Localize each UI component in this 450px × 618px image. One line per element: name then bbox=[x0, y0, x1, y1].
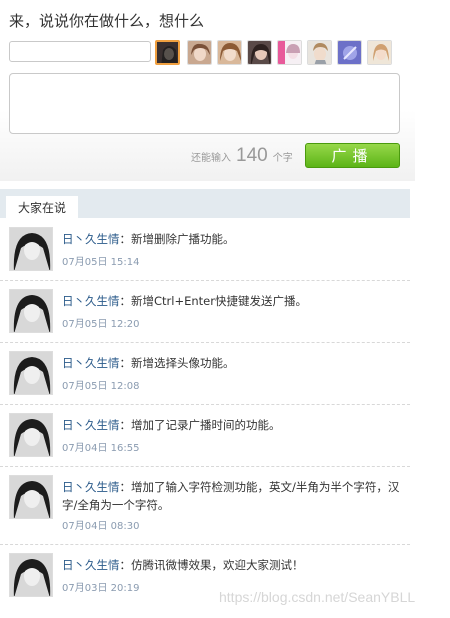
name-input[interactable] bbox=[9, 41, 151, 62]
post-separator: ： bbox=[119, 294, 132, 308]
avatar-option-5[interactable] bbox=[277, 40, 302, 65]
list-item: 日丶久生情：增加了记录广播时间的功能。 07月04日 16:55 bbox=[0, 404, 410, 466]
list-item: 日丶久生情：新增删除广播功能。 07月05日 15:14 bbox=[0, 218, 410, 280]
char-counter: 还能输入 140 个字 bbox=[191, 145, 293, 167]
avatar-option-6[interactable] bbox=[307, 40, 332, 65]
user-avatar-icon bbox=[10, 290, 52, 332]
char-counter-label: 还能输入 bbox=[191, 153, 231, 164]
post-separator: ： bbox=[119, 480, 132, 494]
post-separator: ： bbox=[119, 232, 132, 246]
post-text: 日丶久生情：新增Ctrl+Enter快捷键发送广播。 bbox=[62, 292, 402, 310]
avatar-option-8[interactable] bbox=[367, 40, 392, 65]
post-content: 增加了记录广播时间的功能。 bbox=[131, 418, 281, 432]
post-content: 新增Ctrl+Enter快捷键发送广播。 bbox=[131, 294, 307, 308]
char-counter-value: 140 bbox=[236, 145, 268, 166]
post-username[interactable]: 日丶久生情 bbox=[62, 558, 120, 572]
user-avatar-icon bbox=[10, 228, 52, 270]
user-avatar-icon bbox=[10, 414, 52, 456]
avatar-option-3[interactable] bbox=[217, 40, 242, 65]
avatar[interactable] bbox=[9, 351, 53, 395]
avatar-8-icon bbox=[368, 41, 391, 64]
avatar-5-icon bbox=[278, 41, 301, 64]
avatar-7-icon bbox=[338, 41, 361, 64]
avatar[interactable] bbox=[9, 413, 53, 457]
avatar-option-1[interactable] bbox=[155, 40, 180, 65]
post-content: 新增选择头像功能。 bbox=[131, 356, 235, 370]
message-textarea[interactable] bbox=[9, 73, 400, 134]
list-item: 日丶久生情：新增Ctrl+Enter快捷键发送广播。 07月05日 12:20 bbox=[0, 280, 410, 342]
post-content: 仿腾讯微博效果，欢迎大家测试！ bbox=[131, 558, 304, 572]
post-text: 日丶久生情：仿腾讯微博效果，欢迎大家测试！ bbox=[62, 556, 402, 574]
avatar-option-2[interactable] bbox=[187, 40, 212, 65]
avatar-4-icon bbox=[248, 41, 271, 64]
post-text: 日丶久生情：新增选择头像功能。 bbox=[62, 354, 402, 372]
avatar[interactable] bbox=[9, 227, 53, 271]
user-avatar-icon bbox=[10, 554, 52, 596]
broadcast-button[interactable]: 广播 bbox=[305, 143, 400, 168]
post-text: 日丶久生情：增加了记录广播时间的功能。 bbox=[62, 416, 402, 434]
watermark: https://blog.csdn.net/SeanYBLL bbox=[219, 589, 416, 605]
post-separator: ： bbox=[119, 558, 132, 572]
avatar-6-icon bbox=[308, 41, 331, 64]
post-time: 07月03日 20:19 bbox=[62, 583, 140, 594]
avatar-2-icon bbox=[188, 41, 211, 64]
post-separator: ： bbox=[119, 418, 132, 432]
post-separator: ： bbox=[119, 356, 132, 370]
post-time: 07月04日 16:55 bbox=[62, 443, 140, 454]
avatar-1-icon bbox=[157, 42, 178, 63]
post-username[interactable]: 日丶久生情 bbox=[62, 356, 120, 370]
post-time: 07月05日 12:20 bbox=[62, 319, 140, 330]
feed-tabbar: 大家在说 bbox=[0, 189, 410, 218]
avatar-3-icon bbox=[218, 41, 241, 64]
post-time: 07月04日 08:30 bbox=[62, 521, 140, 532]
post-text: 日丶久生情：增加了输入字符检测功能，英文/半角为半个字符，汉字/全角为一个字符。 bbox=[62, 478, 402, 514]
post-time: 07月05日 12:08 bbox=[62, 381, 140, 392]
user-avatar-icon bbox=[10, 352, 52, 394]
list-item: 日丶久生情：新增选择头像功能。 07月05日 12:08 bbox=[0, 342, 410, 404]
post-username[interactable]: 日丶久生情 bbox=[62, 294, 120, 308]
avatar[interactable] bbox=[9, 475, 53, 519]
post-time: 07月05日 15:14 bbox=[62, 257, 140, 268]
post-content: 新增删除广播功能。 bbox=[131, 232, 235, 246]
list-item: 日丶久生情：增加了输入字符检测功能，英文/半角为半个字符，汉字/全角为一个字符。… bbox=[0, 466, 410, 544]
compose-panel: 来，说说你在做什么，想什么 还能输入 140 个字 广播 bbox=[0, 0, 415, 181]
post-username[interactable]: 日丶久生情 bbox=[62, 418, 120, 432]
char-counter-unit: 个字 bbox=[272, 153, 293, 164]
avatar[interactable] bbox=[9, 553, 53, 597]
post-username[interactable]: 日丶久生情 bbox=[62, 480, 120, 494]
avatar-option-4[interactable] bbox=[247, 40, 272, 65]
tab-everyone[interactable]: 大家在说 bbox=[6, 196, 78, 218]
compose-prompt: 来，说说你在做什么，想什么 bbox=[9, 12, 205, 30]
user-avatar-icon bbox=[10, 476, 52, 518]
avatar[interactable] bbox=[9, 289, 53, 333]
post-username[interactable]: 日丶久生情 bbox=[62, 232, 120, 246]
avatar-option-7[interactable] bbox=[337, 40, 362, 65]
post-text: 日丶久生情：新增删除广播功能。 bbox=[62, 230, 402, 248]
